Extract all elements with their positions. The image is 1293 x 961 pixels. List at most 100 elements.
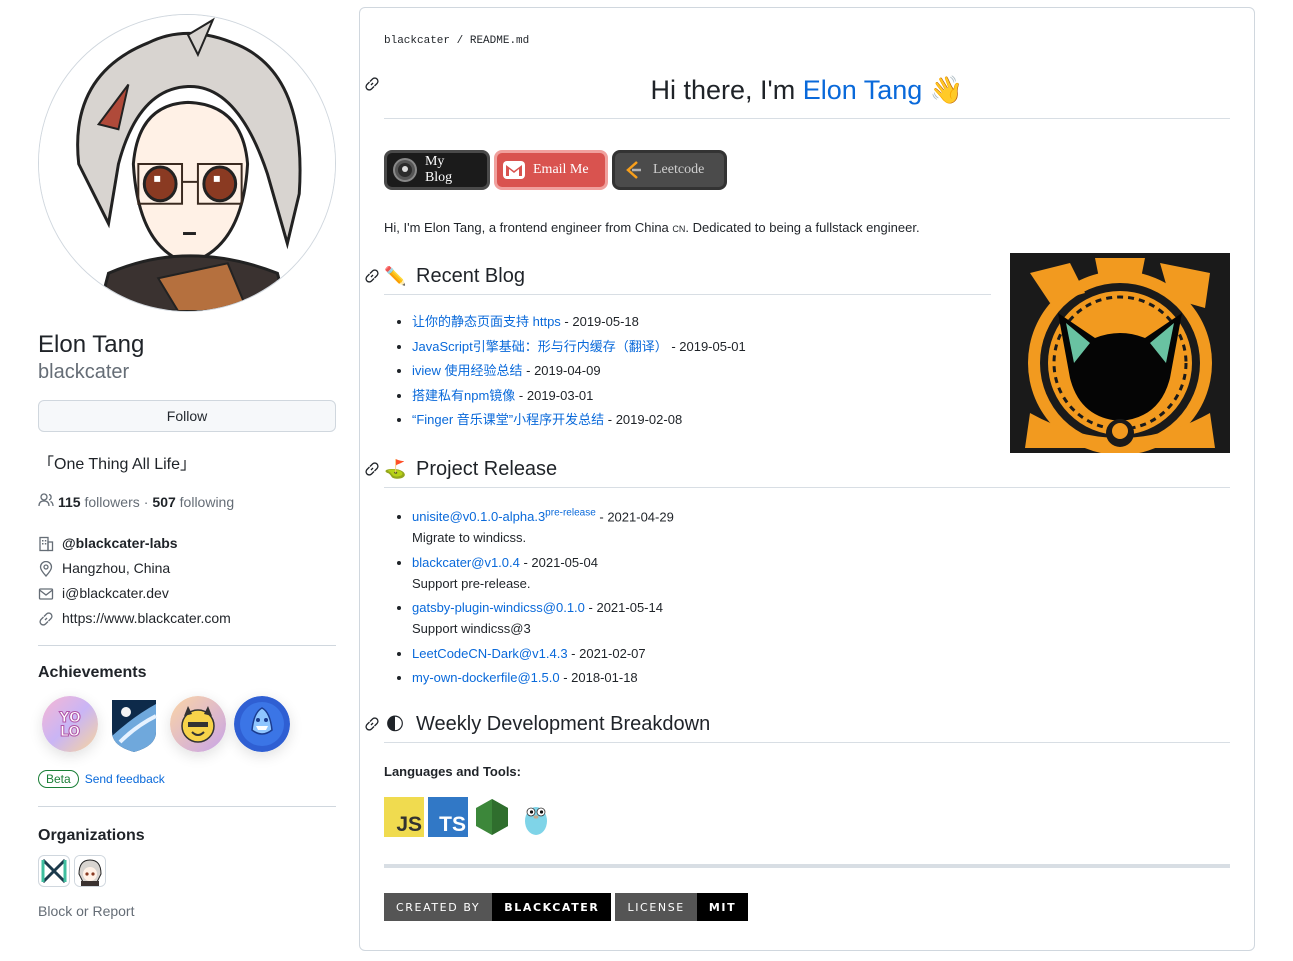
profile-name: Elon Tang: [38, 331, 145, 358]
leetcode-button[interactable]: Leetcode: [612, 150, 727, 190]
blog-link[interactable]: “Finger 音乐课堂”小程序开发总结: [412, 412, 604, 427]
release-link[interactable]: blackcater@v1.0.4: [412, 555, 520, 570]
detail-website[interactable]: https://www.blackcater.com: [38, 606, 336, 631]
release-date: 2021-05-04: [531, 554, 598, 570]
half-moon-icon: 🌓: [385, 714, 405, 734]
release-link[interactable]: gatsby-plugin-windicss@0.1.0: [412, 600, 585, 615]
blog-item: 让你的静态页面支持 https - 2019-05-18: [412, 310, 746, 335]
profile-login: blackcater: [38, 361, 130, 383]
intro-prefix: Hi, I'm Elon Tang, a frontend engineer f…: [384, 220, 673, 235]
project-release-list: unisite@v0.1.0-alpha.3pre-release - 2021…: [412, 503, 674, 692]
breadcrumb-separator: /: [456, 35, 464, 47]
following-label: following: [179, 493, 235, 510]
sidebar-divider-2: [38, 806, 336, 807]
blog-item: JavaScript引擎基础：形与行内缓存（翻译） - 2019-05-01: [412, 335, 746, 360]
anchor-link-icon[interactable]: [364, 76, 380, 92]
nodejs-icon: [472, 797, 512, 837]
pull-shark-badge-icon[interactable]: [234, 696, 290, 752]
detail-location-text: Hangzhou, China: [62, 560, 171, 576]
release-description: Migrate to windicss.: [412, 530, 527, 546]
following-count: 507: [152, 493, 176, 510]
intro-suffix: . Dedicated to being a fullstack enginee…: [685, 220, 920, 235]
avatar-illustration: [39, 15, 335, 311]
anchor-link-icon[interactable]: [364, 268, 380, 284]
leetcode-icon: [621, 158, 645, 182]
starstruck-badge-icon[interactable]: [106, 696, 162, 752]
following-link[interactable]: 507 following: [152, 494, 234, 510]
org-blackcater-labs-avatar[interactable]: [38, 855, 70, 887]
readme-bottom-rule: [384, 864, 1230, 868]
detail-location: Hangzhou, China: [38, 556, 336, 581]
weekly-heading: 🌓 Weekly Development Breakdown: [384, 711, 711, 737]
blog-avatar-icon: [393, 158, 417, 182]
detail-email[interactable]: i@blackcater.dev: [38, 581, 336, 606]
project-release-heading: ⛳ Project Release: [384, 456, 557, 482]
heading-prefix: Hi there, I'm: [650, 75, 803, 105]
anchor-link-icon[interactable]: [364, 461, 380, 477]
yolo-badge-icon[interactable]: YO LO: [42, 696, 98, 752]
license-shield[interactable]: LICENSE MIT: [615, 893, 749, 921]
release-item: my-own-dockerfile@1.5.0 - 2018-01-18: [412, 667, 674, 688]
blackcater-logo-image: [1010, 253, 1230, 453]
blog-item: iview 使用经验总结 - 2019-04-09: [412, 359, 746, 384]
people-icon: [38, 492, 54, 511]
follow-button[interactable]: Follow: [38, 400, 336, 432]
leetcode-label: Leetcode: [653, 162, 705, 177]
mail-icon: [38, 586, 54, 602]
license-value: MIT: [696, 893, 749, 921]
license-label: LICENSE: [615, 893, 697, 921]
followers-link[interactable]: 115 followers: [58, 494, 140, 510]
my-blog-label: My Blog: [424, 154, 453, 185]
weekly-rule: [384, 742, 1230, 743]
email-me-button[interactable]: Email Me: [494, 150, 608, 190]
created-by-label: CREATED BY: [384, 893, 493, 921]
followers-label: followers: [84, 493, 140, 510]
profile-avatar[interactable]: [38, 14, 336, 312]
organizations-list: [38, 855, 336, 887]
stats-separator: ·: [143, 493, 149, 510]
release-link[interactable]: my-own-dockerfile@1.5.0: [412, 670, 560, 685]
send-feedback-link[interactable]: Send feedback: [85, 772, 165, 786]
block-report-link[interactable]: Block or Report: [38, 903, 336, 919]
created-by-value: BLACKCATER: [492, 893, 612, 921]
svg-text:LO: LO: [60, 724, 80, 740]
my-blog-button[interactable]: My Blog: [384, 150, 490, 190]
blog-item: “Finger 音乐课堂”小程序开发总结 - 2019-02-08: [412, 408, 746, 433]
release-name: unisite@v0.1.0-alpha.3: [412, 509, 546, 525]
organizations-title: Organizations: [38, 827, 145, 844]
tools-list: JS TS: [384, 797, 556, 837]
release-item: blackcater@v1.0.4 - 2021-05-04Support pr…: [412, 552, 674, 594]
release-link[interactable]: unisite@v0.1.0-alpha.3pre-release: [412, 508, 596, 525]
achievements-title: Achievements: [38, 664, 147, 681]
pre-release-tag: pre-release: [545, 508, 596, 519]
blog-link[interactable]: 让你的静态页面支持 https: [412, 314, 561, 329]
blog-link[interactable]: 搭建私有npm镜像: [412, 388, 515, 403]
blog-link[interactable]: iview 使用经验总结: [412, 363, 523, 378]
achievements-beta-row: Beta Send feedback: [38, 770, 336, 788]
created-by-shield[interactable]: CREATED BY BLACKCATER: [384, 893, 612, 921]
release-link[interactable]: LeetCodeCN-Dark@v1.4.3: [412, 646, 568, 661]
release-date: 2018-01-18: [571, 670, 638, 686]
release-date: 2021-05-14: [596, 600, 663, 616]
quickdraw-badge-icon[interactable]: [170, 696, 226, 752]
link-icon: [38, 611, 54, 627]
shields-row: CREATED BY BLACKCATER LICENSE MIT: [384, 893, 749, 921]
project-release-title: Project Release: [416, 458, 558, 480]
follow-stats: 115 followers · 507 following: [38, 492, 336, 511]
recent-blog-list: 让你的静态页面支持 https - 2019-05-18 JavaScript引…: [412, 310, 746, 433]
blog-link[interactable]: JavaScript引擎基础：形与行内缓存（翻译）: [412, 339, 668, 354]
heading-name: Elon Tang: [802, 75, 923, 105]
breadcrumb-user[interactable]: blackcater: [384, 35, 450, 47]
org-avatar-character[interactable]: [74, 855, 106, 887]
intro-text: Hi, I'm Elon Tang, a frontend engineer f…: [384, 220, 920, 235]
profile-sidebar: Elon Tang blackcater Follow 「One Thing A…: [38, 14, 336, 919]
profile-details: @blackcater-labs Hangzhou, China i@black…: [38, 531, 336, 631]
blog-date: 2019-05-01: [679, 338, 746, 354]
china-flag-icon: CN: [672, 224, 686, 234]
javascript-icon: JS: [384, 797, 424, 837]
detail-organization[interactable]: @blackcater-labs: [38, 531, 336, 556]
languages-label: Languages and Tools:: [384, 764, 521, 779]
anchor-link-icon[interactable]: [364, 716, 380, 732]
release-item: unisite@v0.1.0-alpha.3pre-release - 2021…: [412, 503, 674, 548]
typescript-icon: TS: [428, 797, 468, 837]
